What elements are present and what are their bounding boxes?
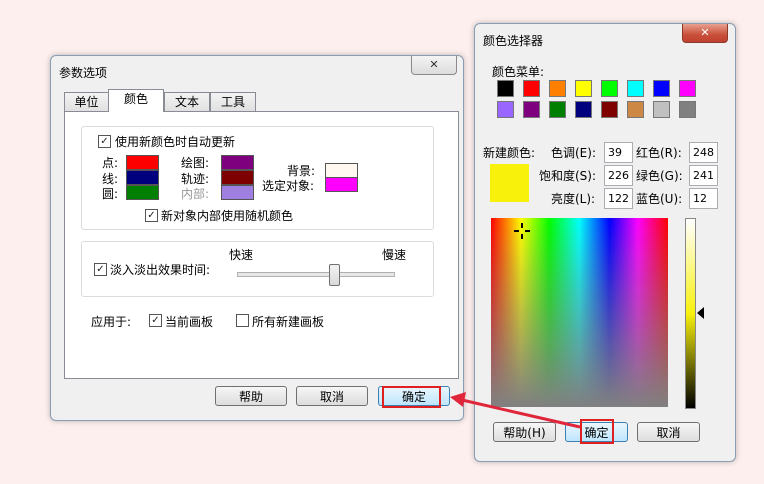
interior-color-label: 内部: — [181, 187, 210, 201]
circle-color-label: 圆: — [102, 187, 119, 201]
trace-color-swatch[interactable] — [221, 170, 254, 185]
current-board-label: 当前画板 — [165, 315, 214, 329]
tab-units[interactable]: 单位 — [64, 92, 109, 111]
circle-color-swatch[interactable] — [126, 185, 159, 200]
luminance-label: 亮度(L): — [551, 192, 596, 206]
hue-label: 色调(E): — [551, 146, 596, 160]
color-spectrum[interactable] — [491, 218, 668, 407]
palette-color-cell[interactable] — [523, 80, 540, 97]
ok-button-highlight — [382, 386, 441, 408]
selected-color-swatch[interactable] — [325, 177, 358, 192]
palette-color-cell[interactable] — [497, 80, 514, 97]
palette-color-cell[interactable] — [497, 101, 514, 118]
palette-color-cell[interactable] — [575, 80, 592, 97]
picker-ok-button-highlight — [580, 419, 614, 444]
red-label: 红色(R): — [636, 146, 682, 160]
plot-color-swatch[interactable] — [221, 155, 254, 170]
picker-cancel-button[interactable]: 取消 — [637, 422, 700, 442]
palette-color-cell[interactable] — [549, 80, 566, 97]
current-board-checkbox[interactable]: ✓ — [149, 314, 162, 327]
saturation-field[interactable]: 226 — [604, 165, 633, 186]
tab-tools-label: 工具 — [220, 95, 245, 109]
color-menu-label: 颜色菜单: — [492, 65, 545, 79]
tab-text-label: 文本 — [174, 95, 199, 109]
luminance-pointer-icon[interactable] — [697, 307, 704, 319]
background-color-swatch[interactable] — [325, 163, 358, 178]
palette-color-cell[interactable] — [549, 101, 566, 118]
fade-slider-thumb[interactable] — [328, 264, 340, 286]
auto-update-label: 使用新颜色时自动更新 — [115, 135, 236, 149]
random-interior-checkbox[interactable]: ✓ — [145, 209, 158, 222]
palette-color-cell[interactable] — [575, 101, 592, 118]
preferences-title-bar[interactable]: 参数选项 — [51, 56, 463, 86]
spectrum-crosshair-icon[interactable] — [514, 223, 530, 239]
tab-colors[interactable]: 颜色 — [108, 89, 164, 112]
slow-label: 慢速 — [382, 248, 407, 262]
palette-color-cell[interactable] — [601, 80, 618, 97]
blue-label: 蓝色(U): — [636, 192, 683, 206]
red-field[interactable]: 248 — [689, 142, 718, 163]
selected-color-label: 选定对象: — [262, 179, 315, 193]
new-color-label: 新建颜色: — [483, 146, 536, 160]
palette-color-cell[interactable] — [679, 80, 696, 97]
fast-label: 快速 — [229, 248, 254, 262]
tab-colors-label: 颜色 — [123, 92, 148, 106]
tab-units-label: 单位 — [74, 95, 99, 109]
help-button[interactable]: 帮助 — [215, 386, 287, 406]
green-field[interactable]: 241 — [689, 165, 718, 186]
new-color-preview — [490, 164, 529, 202]
picker-help-button[interactable]: 帮助(H) — [493, 422, 556, 442]
spectrum-gray-layer — [491, 218, 668, 407]
close-icon: ✕ — [700, 26, 710, 39]
auto-update-checkbox[interactable]: ✓ — [98, 135, 111, 148]
blue-field[interactable]: 12 — [689, 188, 718, 209]
point-color-label: 点: — [102, 156, 119, 170]
palette-color-cell[interactable] — [523, 101, 540, 118]
fade-label: 淡入淡出效果时间: — [110, 263, 211, 277]
line-color-swatch[interactable] — [126, 170, 159, 185]
hue-field[interactable]: 39 — [604, 142, 633, 163]
palette-color-cell[interactable] — [601, 101, 618, 118]
random-interior-label: 新对象内部使用随机颜色 — [161, 209, 294, 223]
preferences-close-button[interactable]: ✕ — [411, 56, 457, 75]
green-label: 绿色(G): — [636, 169, 683, 183]
fade-checkbox[interactable]: ✓ — [94, 263, 107, 276]
interior-color-swatch[interactable] — [221, 185, 254, 200]
color-picker-title: 颜色选择器 — [483, 34, 544, 48]
luminance-bar[interactable] — [685, 218, 696, 409]
point-color-swatch[interactable] — [126, 155, 159, 170]
all-new-boards-checkbox[interactable] — [236, 314, 249, 327]
close-icon: ✕ — [429, 58, 439, 71]
palette-color-cell[interactable] — [679, 101, 696, 118]
tab-text[interactable]: 文本 — [164, 92, 210, 111]
color-picker-close-button[interactable]: ✕ — [682, 24, 728, 43]
palette-color-cell[interactable] — [653, 80, 670, 97]
tab-tools[interactable]: 工具 — [210, 92, 256, 111]
plot-color-label: 绘图: — [181, 156, 210, 170]
palette-color-cell[interactable] — [627, 80, 644, 97]
fade-slider-track[interactable] — [237, 272, 395, 277]
palette-color-cell[interactable] — [627, 101, 644, 118]
all-new-boards-label: 所有新建画板 — [252, 315, 325, 329]
saturation-label: 饱和度(S): — [539, 169, 597, 183]
cancel-button[interactable]: 取消 — [296, 386, 368, 406]
luminance-field[interactable]: 122 — [604, 188, 633, 209]
preferences-title: 参数选项 — [59, 66, 108, 80]
apply-to-label: 应用于: — [91, 315, 132, 329]
palette-color-cell[interactable] — [653, 101, 670, 118]
